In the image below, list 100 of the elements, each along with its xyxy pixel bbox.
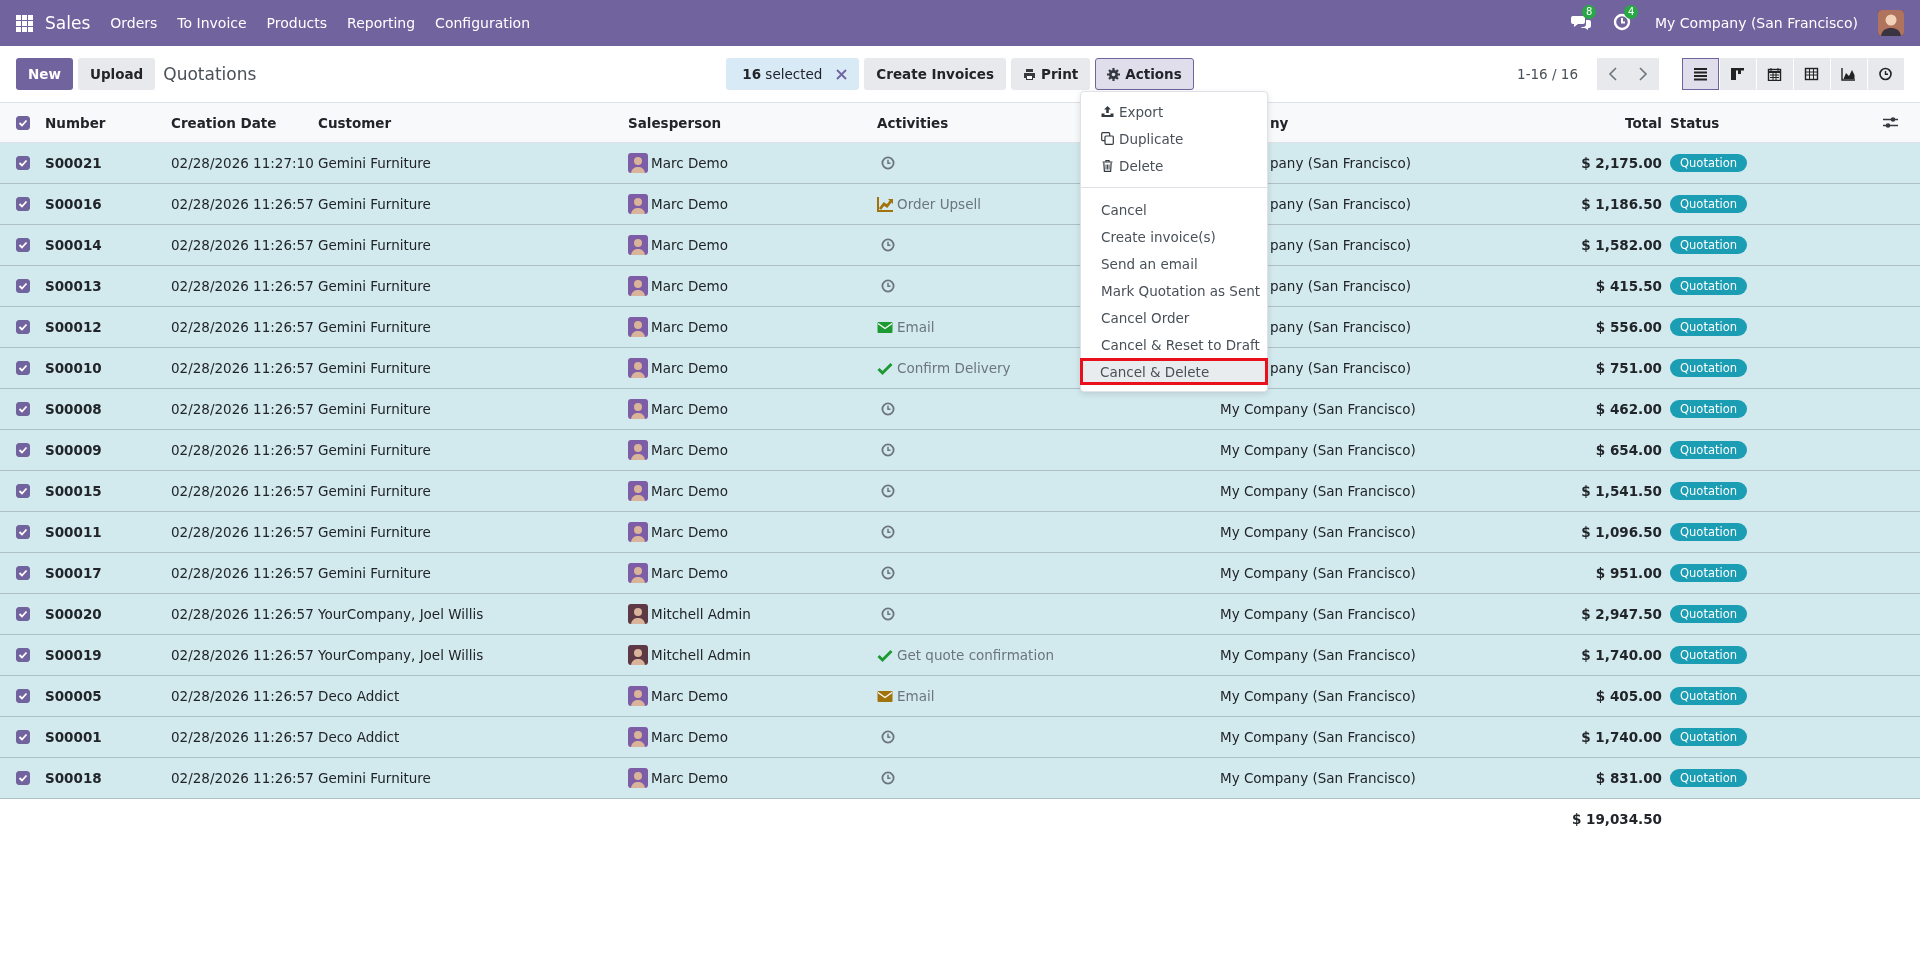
select-all-checkbox[interactable] [15,115,30,130]
clock-icon[interactable] [881,771,895,785]
row-checkbox[interactable] [15,607,30,621]
row-checkbox[interactable] [15,566,30,580]
actions-button[interactable]: Actions [1095,58,1194,90]
activity-label[interactable]: Order Upsell [897,196,981,212]
table-cell-text: $ 951.00 [1594,565,1663,581]
table-cell-text: S00011 [45,524,103,540]
table-cell: Marc Demo [651,319,728,335]
view-button[interactable] [1682,58,1719,90]
column-header[interactable]: Total [1560,114,1670,131]
row-checkbox[interactable] [15,320,30,334]
column-header[interactable]: Salesperson [628,114,877,131]
menu-item[interactable]: Send an email [1081,250,1267,277]
menu-item[interactable]: Cancel & Reset to Draft [1081,331,1267,358]
clock-icon[interactable] [881,443,895,457]
menu-item[interactable]: Delete [1081,152,1267,179]
avatar [628,563,648,583]
clock-icon[interactable] [881,238,895,252]
menu-item[interactable]: Orders [110,15,158,31]
menu-item[interactable]: Duplicate [1081,125,1267,152]
table-cell: Marc Demo [651,360,728,376]
column-header[interactable]: Status [1670,114,1883,131]
menu-item[interactable]: Export [1081,98,1267,125]
page-title: Quotations [163,64,257,84]
checkmark-icon [17,117,28,128]
row-checkbox[interactable] [15,525,30,539]
print-button[interactable]: Print [1011,58,1091,90]
menu-item[interactable]: Create invoice(s) [1081,223,1267,250]
row-checkbox[interactable] [15,648,30,662]
column-header[interactable]: Number [45,114,171,131]
activity-label[interactable]: Get quote confirmation [897,647,1054,663]
menu-item[interactable]: Mark Quotation as Sent [1081,277,1267,304]
column-header[interactable]: Customer [318,114,628,131]
clock-icon[interactable] [881,566,895,580]
row-checkbox[interactable] [15,402,30,416]
column-settings-icon[interactable] [1883,116,1898,129]
upload-button[interactable]: Upload [77,58,156,90]
table-cell: Marc Demo [651,196,728,212]
clock-icon[interactable] [881,525,895,539]
row-checkbox[interactable] [15,730,30,744]
row-checkbox[interactable] [15,197,30,211]
checkmark-icon [17,568,28,578]
calendar-icon [1767,67,1782,81]
row-checkbox[interactable] [15,156,30,170]
clock-icon[interactable] [881,402,895,416]
clock-icon[interactable] [881,156,895,170]
table-cell: Marc Demo [651,729,728,745]
table-cell-text: pany (San Francisco) [1270,237,1412,253]
status-badge: Quotation [1670,523,1747,541]
app-name[interactable]: Sales [45,13,91,33]
row-checkbox[interactable] [15,361,30,375]
menu-item[interactable]: Configuration [435,15,531,31]
table-cell-text: $ 1,541.50 [1580,483,1663,499]
chart-line-icon[interactable] [877,196,893,212]
action-button[interactable]: Create Invoices [864,58,1006,90]
menu-item[interactable]: Cancel Order [1081,304,1267,331]
apps-menu-icon[interactable] [16,14,33,32]
company-switcher[interactable]: My Company (San Francisco) [1655,15,1858,31]
column-header[interactable]: ny [1270,114,1560,131]
table-cell-text: YourCompany, Joel Willis [318,647,485,663]
envelope-icon[interactable] [877,319,893,335]
checkmark-icon [17,322,28,332]
row-checkbox[interactable] [15,689,30,703]
avatar [628,727,648,747]
activity-label[interactable]: Email [897,688,935,704]
menu-item[interactable]: Reporting [347,15,416,31]
clock-icon[interactable] [881,279,895,293]
status-badge: Quotation [1670,236,1747,254]
row-checkbox[interactable] [15,771,30,785]
row-checkbox[interactable] [15,238,30,252]
new-button[interactable]: New [16,58,73,90]
clock-icon[interactable] [881,730,895,744]
menu-item[interactable]: To Invoice [177,15,247,31]
row-checkbox[interactable] [15,443,30,457]
chat-icon[interactable] [1571,13,1592,31]
row-checkbox[interactable] [15,484,30,498]
checkmark-icon[interactable] [877,360,893,376]
avatar [628,645,648,665]
checkmark-icon [17,732,28,742]
envelope-icon[interactable] [877,688,893,704]
status-badge: Quotation [1670,482,1747,500]
column-header[interactable]: Creation Date [171,114,318,131]
menu-item[interactable]: Products [266,15,328,31]
table-cell-text: S00020 [45,606,103,622]
user-avatar[interactable] [1878,10,1904,36]
close-icon[interactable] [836,68,848,80]
activity-label[interactable]: Confirm Delivery [897,360,1011,376]
clock-icon[interactable] [881,484,895,498]
checkmark-icon [17,691,28,701]
row-checkbox[interactable] [15,279,30,293]
avatar [628,768,648,788]
activity-label[interactable]: Email [897,319,935,335]
clock-icon[interactable] [881,607,895,621]
table-cell-text: $ 2,175.00 [1580,155,1663,171]
checkmark-icon[interactable] [877,647,893,663]
menu-item[interactable]: Cancel & Delete [1080,358,1268,385]
checkmark-icon [17,363,28,373]
menu-item[interactable]: Cancel [1081,196,1267,223]
table-cell-text: pany (San Francisco) [1270,278,1412,294]
